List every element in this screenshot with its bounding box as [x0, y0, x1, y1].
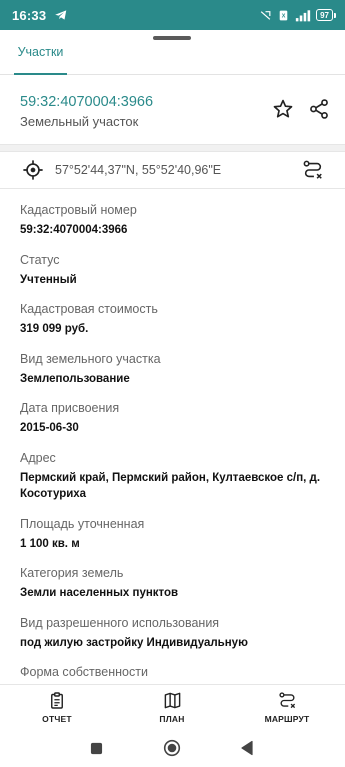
- tab-active-indicator: [14, 73, 67, 75]
- property-label: Категория земель: [20, 566, 124, 580]
- property-value: 1 100 кв. м: [20, 537, 80, 550]
- property-land-category: Категория земель Земли населенных пункто…: [0, 563, 345, 613]
- parcel-type: Земельный участок: [20, 114, 139, 129]
- map-icon: [164, 692, 180, 709]
- tabs-area: Участки: [0, 30, 345, 75]
- route-to-button[interactable]: [302, 159, 324, 181]
- property-label: Адрес: [20, 450, 56, 465]
- favorite-button[interactable]: [270, 96, 296, 122]
- property-label: Кадастровая стоимость: [20, 302, 158, 316]
- property-area: Площадь уточненная 1 100 кв. м: [0, 514, 345, 564]
- coordinates-text[interactable]: 57°52'44,37"N, 55°52'40,96"E: [55, 163, 221, 177]
- gps-target-icon: [23, 160, 43, 180]
- battery-level: 97: [320, 10, 329, 20]
- property-permitted-use: Вид разрешенного использования под жилую…: [0, 613, 345, 663]
- property-label: Вид земельного участка: [20, 351, 161, 366]
- section-divider: [0, 144, 345, 152]
- property-value: Земли населенных пунктов: [20, 587, 179, 599]
- tab-parcels-label: Участки: [17, 45, 64, 59]
- property-label: Форма собственности: [20, 665, 148, 679]
- property-label: Статус: [20, 252, 60, 267]
- back-triangle-icon: [241, 740, 253, 756]
- share-button[interactable]: [306, 96, 332, 122]
- share-icon: [310, 99, 328, 119]
- property-label: Кадастровый номер: [20, 203, 137, 217]
- report-label: ОТЧЕТ: [42, 714, 72, 724]
- route-label: МАРШРУТ: [264, 714, 310, 724]
- parcel-number[interactable]: 59:32:4070004:3966: [20, 94, 153, 110]
- property-assignment-date: Дата присвоения 2015-06-30: [0, 398, 345, 448]
- route-icon: [303, 160, 322, 179]
- route-icon: [278, 692, 295, 709]
- alarm-icon: [260, 10, 271, 20]
- system-navigation-bar: [0, 731, 345, 767]
- property-value: Учтенный: [20, 273, 77, 286]
- property-land-kind: Вид земельного участка Землепользование: [0, 349, 345, 399]
- property-ownership-form: Форма собственности: [0, 662, 345, 684]
- property-cadastral-number: Кадастровый номер 59:32:4070004:3966: [0, 200, 345, 250]
- home-circle-icon: [163, 739, 181, 757]
- property-value: под жилую застройку Индивидуальную: [20, 636, 248, 649]
- recent-apps-button[interactable]: [87, 739, 105, 757]
- status-time: 16:33: [12, 7, 47, 23]
- property-address: Адрес Пермский край, Пермский район, Кул…: [0, 448, 345, 514]
- property-value: 319 099 руб.: [20, 323, 89, 335]
- signal-icon: [295, 9, 311, 21]
- report-button[interactable]: ОТЧЕТ: [12, 685, 102, 732]
- battery-icon: 97: [316, 9, 336, 21]
- plan-label: ПЛАН: [159, 714, 185, 724]
- route-button[interactable]: МАРШРУТ: [242, 685, 332, 732]
- tab-parcels[interactable]: Участки: [14, 43, 67, 75]
- locate-button[interactable]: [22, 159, 44, 181]
- bottom-action-bar: ОТЧЕТ ПЛАН МАРШРУТ: [0, 684, 345, 731]
- properties-list[interactable]: Кадастровый номер 59:32:4070004:3966 Ста…: [0, 200, 345, 684]
- status-icons: X 97: [259, 9, 336, 22]
- property-value: Пермский край, Пермский район, Култаевск…: [20, 471, 321, 500]
- property-label: Дата присвоения: [20, 401, 120, 415]
- vibrate-icon: X: [279, 10, 288, 20]
- home-button[interactable]: [163, 739, 181, 757]
- bottom-sheet-drag-handle[interactable]: [153, 36, 191, 40]
- property-label: Вид разрешенного использования: [20, 615, 220, 630]
- property-cadastral-cost: Кадастровая стоимость 319 099 руб.: [0, 299, 345, 349]
- property-value: 59:32:4070004:3966: [20, 224, 128, 236]
- parcel-header: 59:32:4070004:3966 Земельный участок: [0, 76, 345, 142]
- property-label: Площадь уточненная: [20, 516, 145, 531]
- square-icon: [90, 742, 102, 754]
- report-icon: [51, 692, 63, 709]
- back-button[interactable]: [238, 739, 256, 757]
- property-status: Статус Учтенный: [0, 250, 345, 300]
- svg-text:X: X: [282, 13, 286, 19]
- property-value: 2015-06-30: [20, 422, 79, 434]
- coordinates-row: 57°52'44,37"N, 55°52'40,96"E: [0, 153, 345, 189]
- status-bar: 16:33 X 97: [0, 0, 345, 30]
- plan-button[interactable]: ПЛАН: [127, 685, 217, 732]
- property-value: Землепользование: [20, 372, 130, 385]
- telegram-icon: [55, 10, 67, 20]
- star-icon: [273, 99, 293, 118]
